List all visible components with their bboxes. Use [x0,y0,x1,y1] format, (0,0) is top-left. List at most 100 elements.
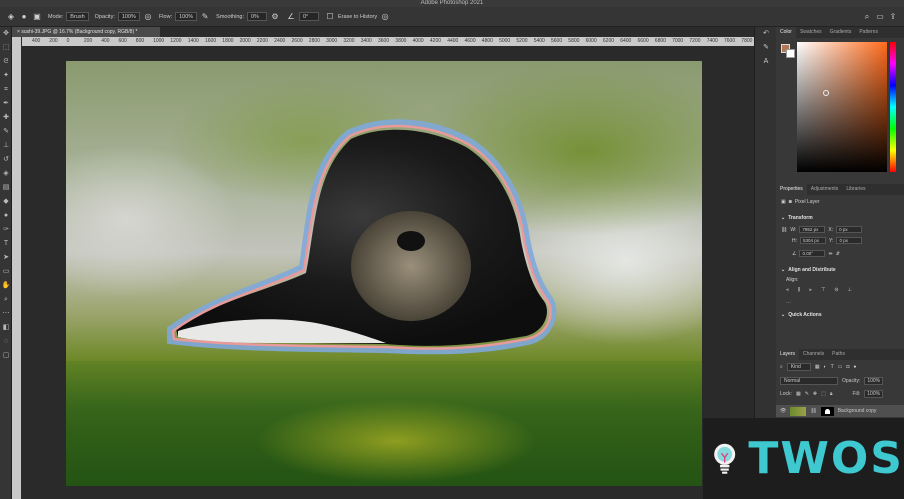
document-tab[interactable]: × sushi-39.JPG @ 16.7% (Background copy,… [12,27,160,37]
height-field[interactable]: 5304 px [800,237,826,244]
angle-field[interactable]: 0° [298,12,319,21]
type-tool-icon[interactable]: T [0,237,12,251]
align-left-icon[interactable]: ⫷ [786,287,789,293]
align-chevron-icon[interactable]: ⌄ [781,267,785,273]
align-middle-icon[interactable]: ⊝ [834,287,838,293]
filter-shape-icon[interactable]: ▭ [838,364,843,370]
color-picker-field[interactable] [797,42,887,172]
lock-paint-icon[interactable]: ✎ [805,391,809,397]
brush-settings-panel-icon[interactable]: ✎ [755,41,777,55]
tab-patterns[interactable]: Patterns [855,27,882,38]
align-bottom-icon[interactable]: ⊥ [848,287,852,293]
dog-nose [397,231,425,251]
y-field[interactable]: 0 px [836,237,863,244]
eraser-tool-icon[interactable]: ◈ [0,167,12,181]
quick-mask-icon[interactable]: ◌ [0,335,12,349]
align-center-icon[interactable]: ⫼ [798,287,800,293]
mask-icon[interactable]: ◙ [789,199,792,205]
flip-horizontal-icon[interactable]: ⇹ [828,251,832,257]
tab-libraries[interactable]: Libraries [842,184,869,195]
layer-name[interactable]: Background copy [838,408,877,414]
move-tool-icon[interactable]: ✥ [0,27,12,41]
tab-swatches[interactable]: Swatches [796,27,826,38]
filter-adjust-icon[interactable]: ◐ [824,364,827,370]
brush-tool-icon[interactable]: ✎ [0,125,12,139]
opacity-field[interactable]: 100% [117,12,140,21]
horizontal-ruler[interactable]: 400 200 0 200 400 600 800 1000 1200 1400 1600 1800 2… [22,37,754,46]
tab-adjustments[interactable]: Adjustments [807,184,843,195]
mode-select[interactable]: Brush [66,12,89,21]
quick-select-tool-icon[interactable]: ✦ [0,69,12,83]
zoom-tool-icon[interactable]: ⌕ [0,293,12,307]
x-field[interactable]: 0 px [836,226,863,233]
stamp-tool-icon[interactable]: ⊥ [0,139,12,153]
filter-toggle-icon[interactable]: ● [853,364,856,370]
erase-history-checkbox[interactable]: ☐ [325,12,335,22]
crop-tool-icon[interactable]: ⌗ [0,83,12,97]
transform-chevron-icon[interactable]: ⌄ [781,215,785,221]
visibility-eye-icon[interactable]: 👁︎ [780,408,786,414]
width-field[interactable]: 7952 px [799,226,826,233]
screen-mode-icon[interactable]: ▢ [0,349,12,363]
tab-channels[interactable]: Channels [799,349,828,360]
pen-tool-icon[interactable]: ✑ [0,223,12,237]
airbrush-icon[interactable]: ✎ [200,12,210,22]
eraser-tool-icon[interactable]: ◈ [6,12,16,22]
blur-tool-icon[interactable]: ◆ [0,195,12,209]
hue-slider[interactable] [890,42,896,172]
quick-actions-chevron-icon[interactable]: ⌄ [781,312,785,318]
more-tools-icon[interactable]: ⋯ [0,307,12,321]
filter-kind-select[interactable]: Kind [786,363,811,371]
tab-properties[interactable]: Properties [776,184,807,195]
path-select-tool-icon[interactable]: ➤ [0,251,12,265]
shape-tool-icon[interactable]: ▭ [0,265,12,279]
gradient-tool-icon[interactable]: ▤ [0,181,12,195]
history-icon[interactable]: ↶ [755,27,777,41]
smoothing-settings-icon[interactable]: ⚙ [270,12,280,22]
layer-row[interactable]: 👁︎ ⛓ Background copy [776,405,904,417]
tab-gradients[interactable]: Gradients [826,27,856,38]
layer-opacity-field[interactable]: 100% [864,377,884,385]
marquee-tool-icon[interactable]: ⬚ [0,41,12,55]
layer-mask-thumbnail[interactable] [820,406,834,416]
workspace-icon[interactable]: ▭ [875,12,885,22]
filter-pixel-icon[interactable]: ▦ [815,364,820,370]
document-canvas-image[interactable] [66,61,702,486]
eyedropper-tool-icon[interactable]: ✒ [0,97,12,111]
tab-layers[interactable]: Layers [776,349,800,360]
flow-field[interactable]: 100% [175,12,198,21]
share-icon[interactable]: ⇪ [888,12,898,22]
tab-color[interactable]: Color [776,27,796,38]
vertical-ruler[interactable] [12,37,21,499]
fill-field[interactable]: 100% [864,390,884,398]
brush-settings-icon[interactable]: ▣ [32,12,42,22]
align-top-icon[interactable]: ⊤ [821,287,825,293]
brush-preset-icon[interactable]: ● [19,12,29,22]
more-options-icon[interactable]: ⋯ [786,300,791,306]
smoothing-field[interactable]: 0% [246,12,267,21]
healing-tool-icon[interactable]: ✚ [0,111,12,125]
filter-type-icon[interactable]: T [831,364,834,370]
fg-bg-color-swatch[interactable] [781,44,795,58]
search-icon[interactable]: ⌕ [862,12,872,22]
tab-paths[interactable]: Paths [828,349,849,360]
color-picker-cursor[interactable] [823,90,829,96]
pressure-opacity-icon[interactable]: ◎ [143,12,153,22]
lock-artboard-icon[interactable]: ⬚ [821,391,826,397]
color-swatch-icon[interactable]: ◧ [0,321,12,335]
dodge-tool-icon[interactable]: ● [0,209,12,223]
link-icon[interactable]: ⛓ [781,227,787,233]
character-panel-icon[interactable]: A [755,55,777,69]
filter-smart-icon[interactable]: ◘ [846,364,849,370]
angle-field[interactable]: 0.00° [799,250,826,257]
lock-position-icon[interactable]: ✥ [813,391,817,397]
lock-pixels-icon[interactable]: ▦ [796,391,801,397]
history-brush-tool-icon[interactable]: ↺ [0,153,12,167]
hand-tool-icon[interactable]: ✋ [0,279,12,293]
lock-all-icon[interactable]: 🔒︎ [830,391,833,397]
flip-vertical-icon[interactable]: ⇵ [836,251,840,257]
lasso-tool-icon[interactable]: ᘓ [0,55,12,69]
blend-mode-select[interactable]: Normal [780,377,838,385]
pressure-size-icon[interactable]: ◎ [380,12,390,22]
align-right-icon[interactable]: ⫸ [809,287,812,293]
